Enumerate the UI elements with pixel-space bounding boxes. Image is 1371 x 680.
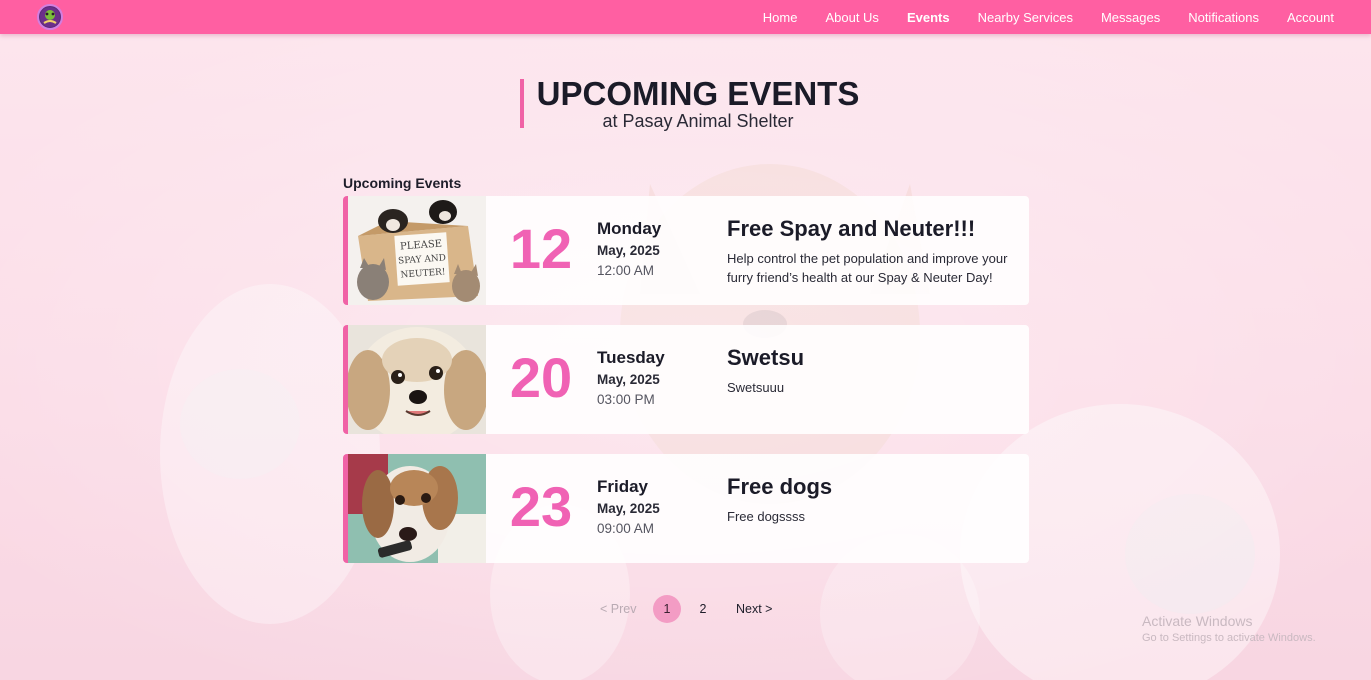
event-month-year: May, 2025 [597,501,660,516]
event-image-spay-neuter: PLEASE SPAY AND NEUTER! [348,196,486,305]
nav-events-link[interactable]: Events [907,10,950,25]
event-image-shih-tzu [348,325,486,434]
event-month-year: May, 2025 [597,243,660,258]
event-description: Free dogssss [727,509,806,524]
nav-messages-link[interactable]: Messages [1101,10,1160,25]
watermark-subtitle: Go to Settings to activate Windows. [1142,632,1316,644]
page-subtitle: at Pasay Animal Shelter [602,111,794,131]
event-weekday: Friday [597,477,649,496]
nav-home-link[interactable]: Home [763,10,798,25]
event-time: 09:00 AM [597,521,655,536]
event-day-number: 12 [509,217,573,280]
top-navbar: Home About Us Events Nearby Services Mes… [0,0,1371,34]
section-heading: Upcoming Events [343,175,462,191]
event-title: Swetsu [727,345,805,370]
watermark-title: Activate Windows [1142,613,1253,629]
event-title: Free dogs [727,474,833,499]
event-card[interactable]: 23 Friday May, 2025 09:00 AM Free dogs F… [343,454,1029,563]
next-page-button[interactable]: Next > [736,602,772,616]
nav-links: Home About Us Events Nearby Services Mes… [763,0,1334,34]
event-description: Help control the pet population and impr… [727,251,1008,285]
nav-about-link[interactable]: About Us [825,10,878,25]
page-title: UPCOMING EVENTS [536,75,860,112]
event-weekday: Tuesday [597,348,665,367]
event-card[interactable]: 20 Tuesday May, 2025 03:00 PM Swetsu Swe… [343,325,1029,434]
logo-icon[interactable] [37,4,63,30]
nav-notifications-link[interactable]: Notifications [1188,10,1259,25]
nav-account-link[interactable]: Account [1287,10,1334,25]
nav-nearby-services-link[interactable]: Nearby Services [978,10,1073,25]
prev-page-button[interactable]: < Prev [600,602,636,616]
page-1-button[interactable]: 1 [653,595,681,623]
event-day-number: 23 [509,475,573,538]
event-image-beagle [348,454,486,563]
page-2-button[interactable]: 2 [689,595,717,623]
event-time: 03:00 PM [597,392,655,407]
event-title: Free Spay and Neuter!!! [727,216,976,241]
event-time: 12:00 AM [597,263,655,278]
event-month-year: May, 2025 [597,372,660,387]
event-description: Swetsuuu [727,380,785,395]
event-card[interactable]: PLEASE SPAY AND NEUTER! 12 Monday May, 2… [343,196,1029,305]
activate-windows-watermark: Activate Windows Go to Settings to activ… [1142,613,1316,644]
event-day-number: 20 [509,346,573,409]
event-weekday: Monday [597,219,662,238]
